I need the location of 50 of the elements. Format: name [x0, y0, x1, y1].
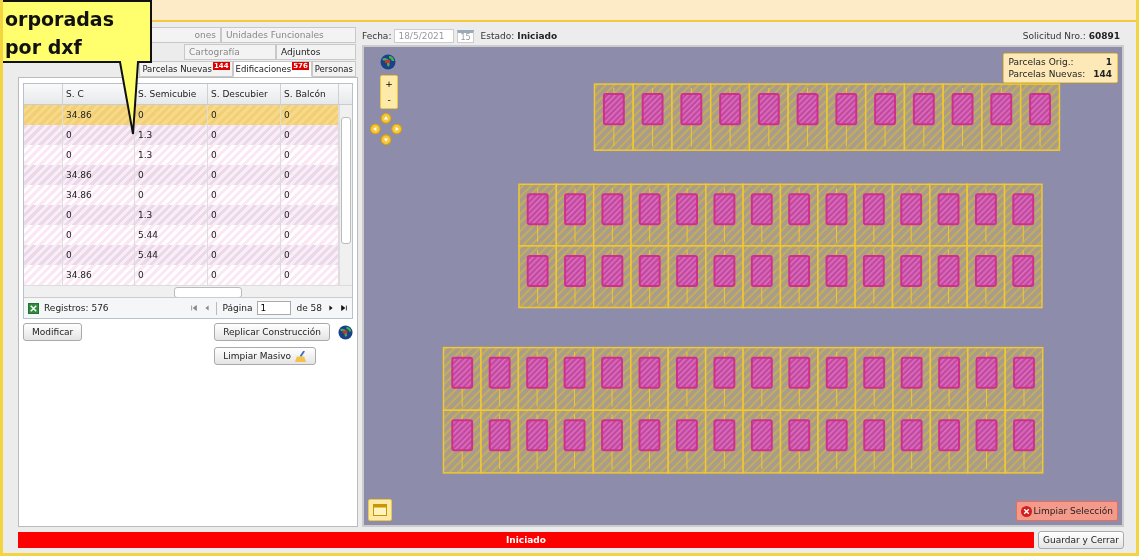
tab[interactable]: Personas — [311, 61, 356, 77]
status-label: Estado: — [480, 31, 515, 41]
summary-value: 144 — [1093, 69, 1112, 79]
first-page-icon[interactable] — [190, 304, 199, 312]
summary-label: Parcelas Orig.: — [1008, 57, 1074, 67]
modify-button[interactable]: Modificar — [23, 323, 83, 341]
column-header[interactable]: S. Descubier — [208, 84, 281, 104]
callout-text: orporadas — [5, 7, 114, 32]
pan-control-icon[interactable] — [370, 113, 402, 145]
clear-bulk-button[interactable]: Limpiar Masivo — [214, 347, 316, 365]
zoom-out-button[interactable]: - — [381, 92, 397, 108]
date-label: Fecha: — [362, 31, 392, 41]
table-row[interactable]: 0 1.3 0 0 — [24, 125, 339, 145]
request-label: Solicitud Nro.: — [1022, 31, 1086, 41]
horizontal-scrollbar[interactable] — [24, 285, 352, 297]
window-icon — [373, 504, 387, 516]
table-row[interactable]: 0 5.44 0 0 — [24, 225, 339, 245]
previous-page-icon[interactable] — [203, 304, 212, 312]
summary-value: 1 — [1105, 57, 1112, 67]
layers-button[interactable] — [368, 499, 392, 521]
clear-selection-button[interactable]: Limpiar Selección — [1015, 501, 1118, 521]
table-row[interactable]: 34.86 0 0 0 — [24, 185, 339, 205]
globe-icon[interactable] — [338, 325, 353, 340]
status-bar: Iniciado — [18, 532, 1034, 548]
page-total: de 58 — [296, 303, 322, 313]
table-row[interactable]: 34.86 0 0 0 — [24, 165, 339, 185]
table-row[interactable]: 34.86 0 0 0 — [24, 105, 339, 125]
status-value: Iniciado — [517, 31, 558, 41]
table-row[interactable]: 0 5.44 0 0 — [24, 245, 339, 265]
request-number: 60891 — [1088, 31, 1120, 41]
summary-label: Parcelas Nuevas: — [1008, 69, 1086, 79]
tab[interactable]: Adjuntos — [276, 44, 356, 60]
close-icon — [1020, 505, 1032, 517]
page-label: Página — [222, 303, 253, 313]
table-row[interactable]: 0 1.3 0 0 — [24, 205, 339, 225]
callout-text: por dxf — [5, 35, 83, 60]
last-page-icon[interactable] — [340, 304, 348, 312]
spreadsheet-icon[interactable] — [28, 302, 39, 314]
page-input[interactable]: 1 — [257, 301, 292, 315]
table-row[interactable]: 0 1.3 0 0 — [24, 145, 339, 165]
map-view[interactable]: + - Parcelas Orig.: 1 Parcelas Nuevas: 144 Limpiar Selección — [362, 45, 1124, 527]
record-count: Registros: 576 — [44, 303, 109, 313]
broom-icon — [294, 350, 307, 362]
table-row[interactable]: 34.86 0 0 0 — [24, 265, 339, 285]
vertical-scrollbar[interactable] — [339, 105, 352, 285]
column-header[interactable]: S. Balcón — [281, 84, 339, 104]
zoom-in-button[interactable]: + — [381, 76, 397, 92]
next-page-icon[interactable] — [327, 304, 335, 312]
replicate-button[interactable]: Replicar Construcción — [214, 323, 330, 341]
save-and-close-button[interactable]: Guardar y Cerrar — [1038, 531, 1124, 549]
